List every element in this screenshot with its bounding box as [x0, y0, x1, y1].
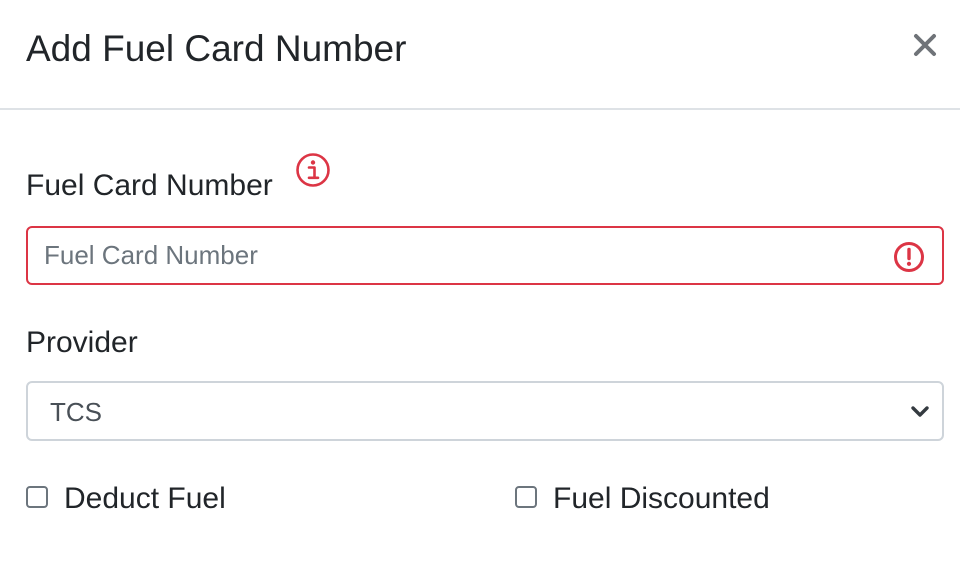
close-button[interactable] [908, 24, 942, 66]
chevron-down-icon [911, 406, 929, 417]
close-icon [914, 34, 936, 56]
deduct-fuel-option[interactable]: Deduct Fuel [26, 478, 226, 520]
fuel-card-number-label: Fuel Card Number [26, 169, 273, 202]
info-circle-icon[interactable] [295, 152, 331, 188]
fuel-discounted-label: Fuel Discounted [553, 482, 770, 515]
fuel-discounted-checkbox[interactable] [515, 486, 537, 508]
provider-select[interactable]: TCS [26, 381, 944, 441]
fuel-card-number-input[interactable] [26, 226, 944, 285]
deduct-fuel-checkbox[interactable] [26, 486, 48, 508]
provider-label: Provider [26, 326, 138, 359]
modal-title: Add Fuel Card Number [26, 28, 407, 69]
provider-selected-value: TCS [50, 397, 102, 427]
fuel-discounted-option[interactable]: Fuel Discounted [515, 478, 770, 520]
exclamation-circle-icon [894, 242, 924, 272]
deduct-fuel-label: Deduct Fuel [64, 482, 226, 515]
modal-header: Add Fuel Card Number [0, 0, 960, 110]
